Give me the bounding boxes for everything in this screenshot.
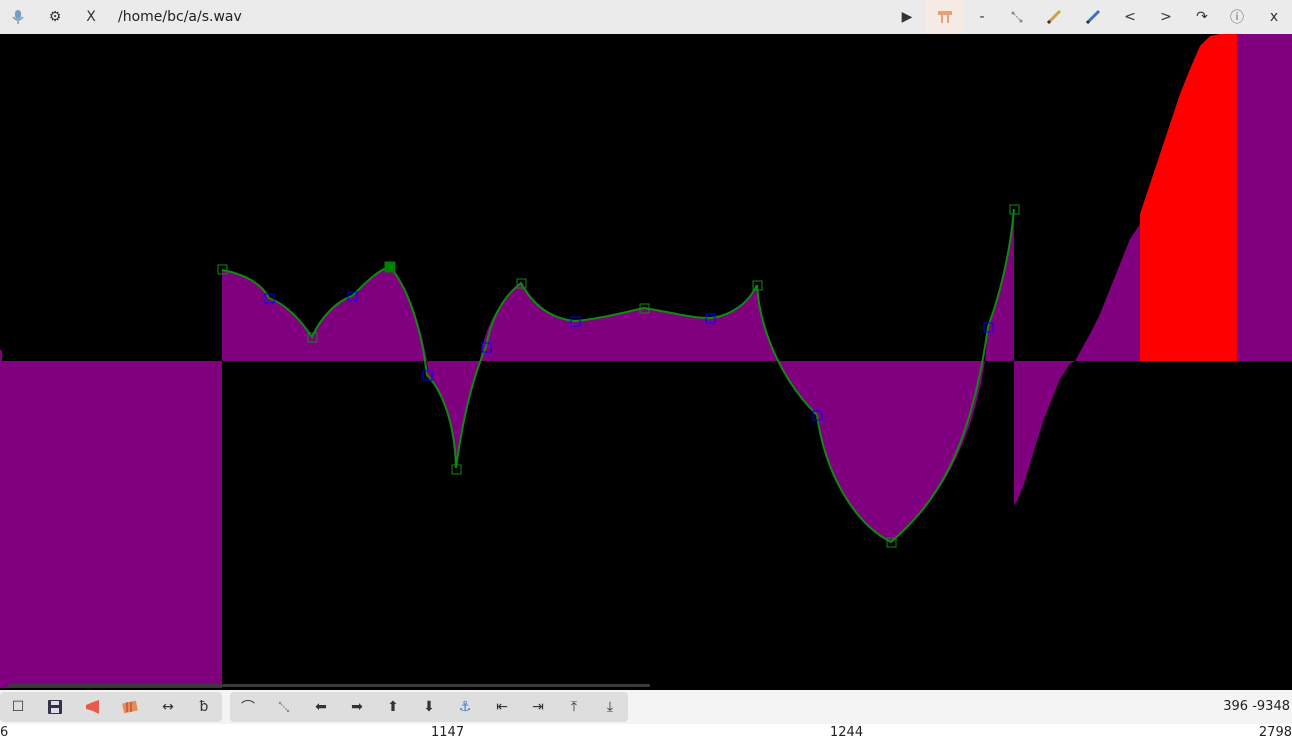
text-b-icon[interactable]: ƀ (186, 692, 222, 722)
to-bottom-icon[interactable]: ⤓ (592, 692, 628, 722)
save-icon[interactable] (37, 692, 73, 722)
ruler-tick-label: 1244 (830, 725, 864, 740)
bottom-toolbar: ☐ ↔ ƀ ⌒ ⬅ ➡ ⬆ ⬇ ⚓ ⇤ ⇥ ⤒ ⤓ 396 -9348 (0, 690, 1292, 724)
top-toolbar: ⚙ X /home/bc/a/s.wav ▶ - < > ↷ ⓘ x (0, 0, 1292, 35)
play-icon[interactable]: ▶ (889, 0, 925, 34)
accordion-icon[interactable] (112, 692, 148, 722)
arrow-up-icon[interactable]: ⬆ (375, 692, 411, 722)
to-top-icon[interactable]: ⤒ (556, 692, 592, 722)
pencil-icon[interactable] (1036, 0, 1072, 34)
time-ruler: 6 1147 1244 2798 (0, 724, 1292, 741)
exit-icon[interactable]: x (1256, 0, 1292, 34)
horizontal-scrollbar (8, 684, 650, 687)
anchor-icon[interactable]: ⚓ (447, 692, 483, 722)
megaphone-icon[interactable] (75, 692, 111, 722)
file-path: /home/bc/a/s.wav (118, 9, 242, 25)
scissors-icon[interactable] (926, 0, 964, 34)
arrow-left-icon[interactable]: ⬅ (303, 692, 339, 722)
gear-icon[interactable]: ⚙ (37, 0, 73, 34)
waveform-canvas[interactable] (0, 34, 1292, 690)
minus-icon[interactable]: - (964, 0, 1000, 34)
waveform-segment (1075, 224, 1140, 361)
cursor-coordinates: 396 -9348 (1223, 699, 1290, 714)
line-icon[interactable] (999, 0, 1035, 34)
info-icon[interactable]: ⓘ (1219, 0, 1255, 34)
waveform-segment (985, 209, 1014, 361)
arrow-down-icon[interactable]: ⬇ (411, 692, 447, 722)
waveform-segment (1014, 361, 1075, 506)
waveform-segment (480, 283, 778, 361)
waveform-segment (778, 361, 985, 542)
ruler-tick-label: 6 (0, 725, 9, 740)
mic-icon[interactable] (0, 0, 36, 34)
ruler-tick-label: 2798 (1258, 725, 1292, 740)
next-icon[interactable]: > (1148, 0, 1184, 34)
waveform-segment (2, 361, 222, 688)
resize-horizontal-icon[interactable]: ↔ (150, 692, 186, 722)
redo-icon[interactable]: ↷ (1184, 0, 1220, 34)
waveform-svg[interactable] (0, 34, 1292, 690)
anchor-point-selected (384, 261, 396, 273)
arrow-right-icon[interactable]: ➡ (339, 692, 375, 722)
waveform-segment (427, 361, 480, 468)
curve-icon[interactable]: ⌒ (230, 692, 266, 722)
waveform-selection (1140, 34, 1237, 361)
close-icon[interactable]: X (73, 0, 109, 34)
prev-icon[interactable]: < (1112, 0, 1148, 34)
to-end-icon[interactable]: ⇥ (520, 692, 556, 722)
ruler-tick-label: 1147 (431, 725, 465, 740)
line-small-icon[interactable] (266, 692, 302, 722)
waveform-segment (1237, 34, 1292, 361)
to-start-icon[interactable]: ⇤ (484, 692, 520, 722)
new-icon[interactable]: ☐ (0, 692, 36, 722)
pencil-blue-icon[interactable] (1075, 0, 1111, 34)
